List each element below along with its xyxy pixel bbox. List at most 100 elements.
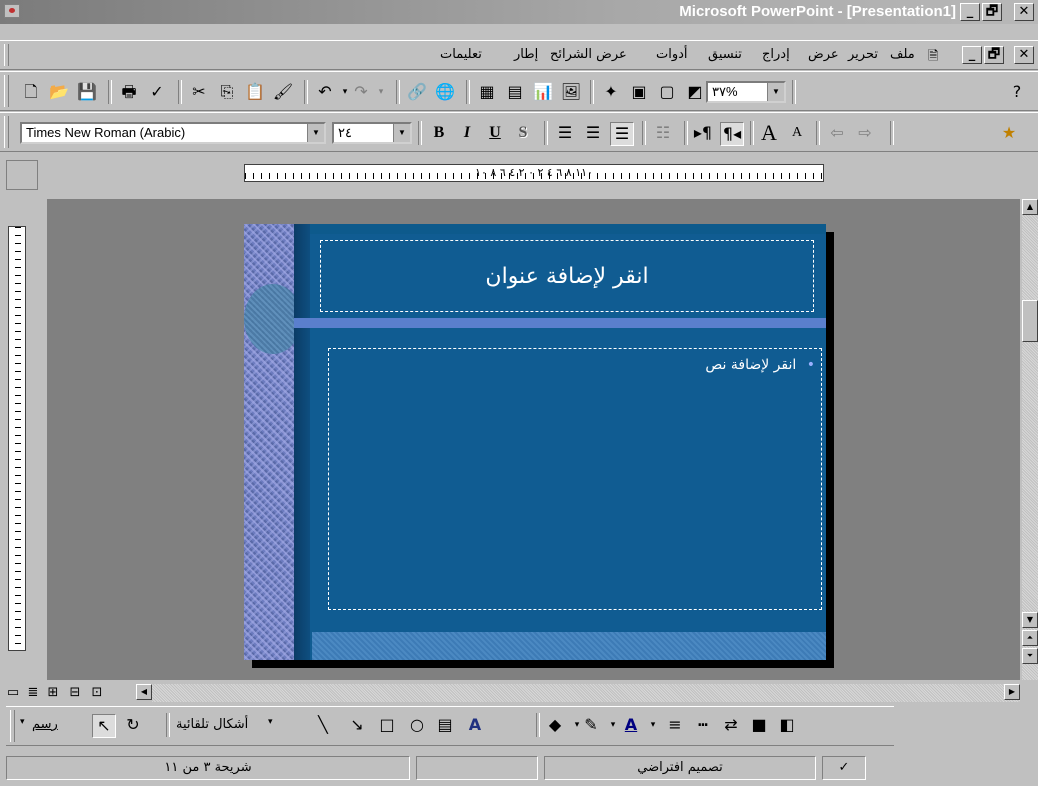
copy-icon[interactable]: ⎘ [216, 81, 238, 103]
font-size-combo[interactable]: ٢٤ ▼ [332, 122, 412, 144]
line-icon[interactable]: ╲ [312, 714, 334, 736]
font-color-icon[interactable]: A [620, 714, 642, 736]
line-style-icon[interactable]: ≡ [664, 714, 686, 736]
menu-window[interactable]: إطار [514, 47, 538, 62]
app-icon[interactable] [4, 4, 20, 18]
slide-sorter-view-icon[interactable]: ⊞ [44, 684, 62, 702]
title-placeholder[interactable]: انقر لإضافة عنوان [320, 240, 814, 312]
menu-file[interactable]: ملف [890, 47, 915, 62]
redo-icon[interactable]: ↷ [350, 81, 372, 103]
textbox-icon[interactable]: ▤ [434, 714, 456, 736]
spelling-status-panel[interactable]: ✓ [822, 756, 866, 780]
restore-button[interactable]: 🗗 [982, 3, 1002, 21]
open-icon[interactable]: 📂 [48, 81, 70, 103]
paste-icon[interactable]: 📋 [244, 81, 266, 103]
scroll-right-icon[interactable]: ▶ [1004, 684, 1020, 700]
align-center-icon[interactable]: ☰ [582, 122, 604, 144]
notes-view-icon[interactable]: ⊟ [66, 684, 84, 702]
rtl-icon[interactable]: ¶◂ [720, 122, 744, 146]
save-icon[interactable]: 💾 [76, 81, 98, 103]
vertical-scrollbar[interactable] [1022, 199, 1038, 680]
underline-button[interactable]: U [484, 122, 506, 144]
font-name-combo[interactable]: Times New Roman (Arabic) ▼ [20, 122, 326, 144]
menu-slideshow[interactable]: عرض الشرائح [550, 47, 627, 62]
3d-icon[interactable]: ◧ [776, 714, 798, 736]
wordart-icon[interactable]: A [464, 714, 486, 736]
shadow-button[interactable]: S [512, 122, 534, 144]
new-slide-icon[interactable]: ✦ [600, 81, 622, 103]
outline-view-icon[interactable]: ≣ [24, 684, 42, 702]
hyperlink-icon[interactable]: 🔗 [406, 81, 428, 103]
draw-menu[interactable]: رسم [32, 717, 58, 732]
insert-word-table-icon[interactable]: ▦ [476, 81, 498, 103]
shadow-icon[interactable]: ■ [748, 714, 770, 736]
bold-button[interactable]: B [428, 122, 450, 144]
rectangle-icon[interactable]: □ [376, 714, 398, 736]
doc-minimize-button[interactable]: _ [962, 46, 982, 64]
horizontal-ruler[interactable]: ١١٠ ٨ ٦ ٤ ٢ ٠ ٢ ٤ ٦ ٨ ١٠ [244, 164, 824, 182]
bullets-icon[interactable]: ☷ [652, 122, 674, 144]
arrow-icon[interactable]: ↘ [346, 714, 368, 736]
promote-icon[interactable]: ⇦ [826, 122, 848, 144]
vertical-scroll-thumb[interactable] [1022, 300, 1038, 342]
scroll-up-icon[interactable]: ▲ [1022, 199, 1038, 215]
previous-slide-icon[interactable]: ⏶ [1022, 630, 1038, 646]
menu-tools[interactable]: أدوات [656, 47, 688, 62]
menu-format[interactable]: تنسيق [708, 47, 742, 62]
arrow-style-icon[interactable]: ⇄ [720, 714, 742, 736]
autoshapes-menu[interactable]: أشكال تلقائية [176, 717, 248, 732]
grayscale-icon[interactable]: ◩ [684, 81, 706, 103]
slideshow-view-icon[interactable]: ⊡ [88, 684, 106, 702]
autoshapes-dropdown-icon[interactable]: ▾ [268, 717, 273, 727]
increase-font-icon[interactable]: A [758, 122, 780, 144]
free-rotate-icon[interactable]: ↻ [122, 714, 144, 736]
horizontal-scrollbar[interactable] [152, 684, 1020, 702]
animation-effects-icon[interactable]: ★ [998, 122, 1020, 144]
fill-color-icon[interactable]: ◆ [544, 714, 566, 736]
select-objects-icon[interactable]: ↖ [92, 714, 116, 738]
office-assistant-icon[interactable]: ? [1006, 81, 1028, 103]
apply-design-icon[interactable]: ▢ [656, 81, 678, 103]
zoom-combo[interactable]: ٣٧% ▼ [706, 81, 786, 103]
redo-dropdown-icon[interactable]: ▾ [370, 81, 392, 103]
align-right-icon[interactable]: ☰ [610, 122, 634, 146]
doc-restore-button[interactable]: 🗗 [984, 46, 1004, 64]
spelling-icon[interactable]: ✓ [146, 81, 168, 103]
align-left-icon[interactable]: ☰ [554, 122, 576, 144]
new-icon[interactable]: 🗋 [20, 81, 42, 103]
menu-help[interactable]: تعليمات [440, 47, 482, 62]
toolbar-grip[interactable] [10, 710, 15, 742]
scroll-left-icon[interactable]: ◀ [136, 684, 152, 700]
insert-excel-icon[interactable]: ▤ [504, 81, 526, 103]
body-placeholder[interactable]: • انقر لإضافة نص [328, 348, 822, 610]
vertical-ruler[interactable] [8, 226, 26, 651]
menu-grip[interactable] [4, 44, 9, 66]
doc-close-button[interactable]: ✕ [1014, 46, 1034, 64]
size-dropdown-icon[interactable]: ▼ [393, 124, 410, 142]
italic-button[interactable]: I [456, 122, 478, 144]
draw-dropdown-icon[interactable]: ▾ [20, 717, 25, 727]
font-color-dropdown-icon[interactable]: ▾ [642, 714, 664, 736]
demote-icon[interactable]: ⇨ [854, 122, 876, 144]
toolbar-grip[interactable] [4, 116, 9, 148]
ltr-icon[interactable]: ▸¶ [692, 122, 714, 144]
insert-chart-icon[interactable]: 📊 [532, 81, 554, 103]
scroll-down-icon[interactable]: ▼ [1022, 612, 1038, 628]
spelling-status-icon[interactable]: ✓ [839, 760, 850, 775]
oval-icon[interactable]: ○ [406, 714, 428, 736]
decrease-font-icon[interactable]: A [786, 122, 808, 144]
line-color-icon[interactable]: ✎ [580, 714, 602, 736]
insert-clipart-icon[interactable]: 🖼 [560, 81, 582, 103]
menu-view[interactable]: عرض [808, 47, 839, 62]
dash-style-icon[interactable]: ┅ [692, 714, 714, 736]
print-icon[interactable]: 🖶 [118, 81, 140, 103]
menu-insert[interactable]: إدراج [762, 47, 790, 62]
doc-icon[interactable]: 🗎 [928, 47, 938, 69]
toolbar-grip[interactable] [4, 75, 9, 107]
font-dropdown-icon[interactable]: ▼ [307, 124, 324, 142]
zoom-dropdown-icon[interactable]: ▼ [767, 83, 784, 101]
web-toolbar-icon[interactable]: 🌐 [434, 81, 456, 103]
close-button[interactable]: ✕ [1014, 3, 1034, 21]
format-painter-icon[interactable]: 🖌 [272, 81, 294, 103]
undo-icon[interactable]: ↶ [314, 81, 336, 103]
